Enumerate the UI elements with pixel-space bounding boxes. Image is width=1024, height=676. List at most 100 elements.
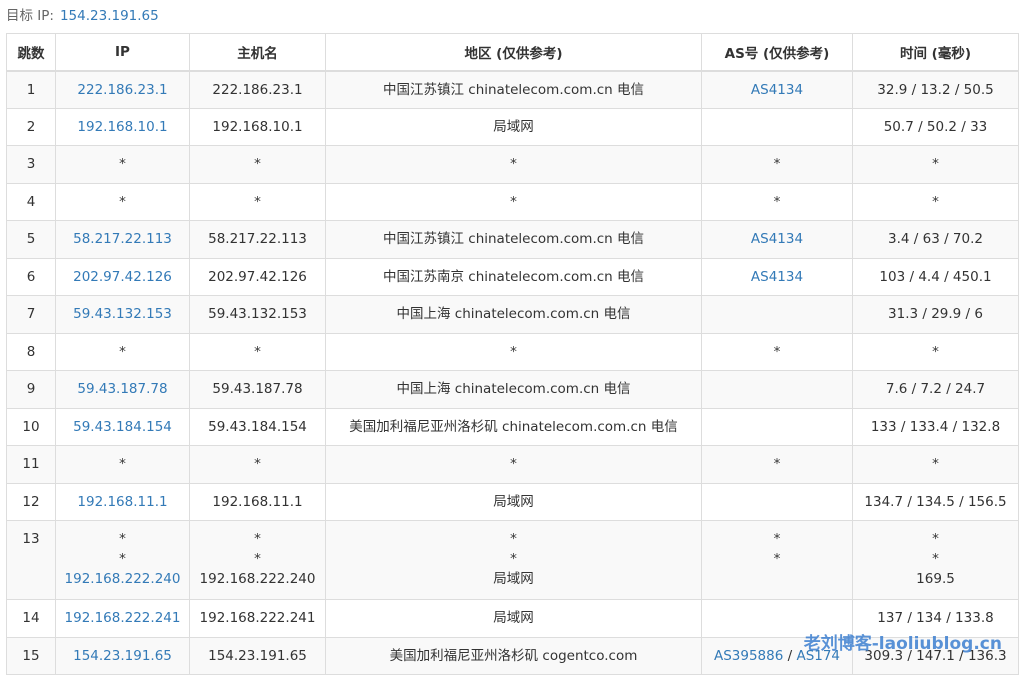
ip-cell: * <box>55 145 190 184</box>
region-cell: * * 局域网 <box>325 520 702 600</box>
as-link: * <box>773 551 781 567</box>
region-cell: 中国上海 chinatelecom.com.cn 电信 <box>325 295 702 334</box>
hop-cell: 14 <box>6 599 56 638</box>
hop-cell: 5 <box>6 220 56 259</box>
ip-cell: 59.43.132.153 <box>55 295 190 334</box>
ip-link[interactable]: 58.217.22.113 <box>60 229 185 249</box>
hostname-cell: 59.43.184.154 <box>189 407 326 446</box>
region-text: * <box>510 551 517 567</box>
ip-link[interactable]: 192.168.10.1 <box>60 117 185 137</box>
hostname-cell: 202.97.42.126 <box>189 257 326 296</box>
region-cell: * <box>325 332 702 371</box>
time-cell: * <box>852 445 1019 484</box>
hostname-text: 192.168.222.241 <box>199 610 316 627</box>
time-text: 133 / 133.4 / 132.8 <box>870 418 1001 435</box>
target-ip-value[interactable]: 154.23.191.65 <box>60 8 159 24</box>
ip-cell: 59.43.187.78 <box>55 370 190 409</box>
time-text: 7.6 / 7.2 / 24.7 <box>885 381 986 398</box>
ip-link: * <box>119 551 126 567</box>
hostname-text: 192.168.10.1 <box>212 118 303 135</box>
hop-cell: 13 <box>6 520 56 600</box>
ip-link[interactable]: 192.168.222.241 <box>60 608 185 628</box>
hop-cell: 15 <box>6 636 56 675</box>
hop-cell: 9 <box>6 370 56 409</box>
hostname-cell: 222.186.23.1 <box>189 70 326 109</box>
hop-number: 4 <box>26 193 36 210</box>
as-link[interactable]: AS4134 <box>706 267 848 287</box>
region-text: * <box>510 156 517 173</box>
hostname-text: * <box>254 156 261 173</box>
time-cell: 32.9 / 13.2 / 50.5 <box>852 70 1019 109</box>
hop-number: 7 <box>26 306 36 323</box>
hostname-cell: 59.43.132.153 <box>189 295 326 334</box>
as-link: * <box>773 193 781 210</box>
time-cell: 103 / 4.4 / 450.1 <box>852 257 1019 296</box>
region-text: 局域网 <box>493 493 534 510</box>
hostname-text: 222.186.23.1 <box>212 81 303 98</box>
hostname-text: * <box>254 551 261 567</box>
ip-cell: 192.168.10.1 <box>55 107 190 146</box>
region-text: 中国上海 chinatelecom.com.cn 电信 <box>396 306 631 323</box>
time-cell: * * 169.5 <box>852 520 1019 600</box>
ip-cell: * * 192.168.222.240 <box>55 520 190 600</box>
hop-number: 8 <box>26 343 36 360</box>
ip-link[interactable]: 192.168.222.240 <box>60 569 185 589</box>
region-cell: 中国江苏南京 chinatelecom.com.cn 电信 <box>325 257 702 296</box>
ip-link[interactable]: 59.43.132.153 <box>60 304 185 324</box>
as-cell: * * <box>701 520 853 600</box>
table-row: 6 202.97.42.126 202.97.42.126 中国江苏南京 chinat… <box>6 257 1019 296</box>
hostname-cell: * <box>189 145 326 184</box>
hostname-text: * <box>254 343 261 360</box>
ip-link[interactable]: 192.168.11.1 <box>60 492 185 512</box>
hop-cell: 6 <box>6 257 56 296</box>
ip-link[interactable]: 154.23.191.65 <box>60 646 185 666</box>
region-cell: 中国江苏镇江 chinatelecom.com.cn 电信 <box>325 70 702 109</box>
region-text: * <box>510 456 517 473</box>
region-text: 中国江苏镇江 chinatelecom.com.cn 电信 <box>382 81 645 98</box>
table-header-row: 跳数 IP 主机名 地区 (仅供参考) AS号 (仅供参考) 时间 (毫秒) <box>6 33 1019 72</box>
ip-cell: 202.97.42.126 <box>55 257 190 296</box>
time-cell: * <box>852 332 1019 371</box>
hostname-cell: 59.43.187.78 <box>189 370 326 409</box>
hostname-cell: 192.168.10.1 <box>189 107 326 146</box>
hop-cell: 3 <box>6 145 56 184</box>
hop-number: 14 <box>22 610 40 627</box>
as-link[interactable]: AS395886 <box>714 648 783 664</box>
time-text: 134.7 / 134.5 / 156.5 <box>864 493 1007 510</box>
ip-link[interactable]: 202.97.42.126 <box>60 267 185 287</box>
as-link[interactable]: AS4134 <box>706 229 848 249</box>
ip-cell: 192.168.11.1 <box>55 482 190 521</box>
target-ip-line: 目标 IP: 154.23.191.65 <box>6 6 159 26</box>
hostname-text: 192.168.11.1 <box>212 493 303 510</box>
as-link: * <box>773 456 781 473</box>
ip-cell: 192.168.222.241 <box>55 599 190 638</box>
table-row: 12 192.168.11.1 192.168.11.1 局域网 134.7 / 134… <box>6 482 1019 521</box>
as-link: * <box>773 343 781 360</box>
region-cell: 局域网 <box>325 107 702 146</box>
time-cell: * <box>852 182 1019 221</box>
time-cell: 134.7 / 134.5 / 156.5 <box>852 482 1019 521</box>
ip-link[interactable]: 222.186.23.1 <box>60 80 185 100</box>
region-text: 中国江苏南京 chinatelecom.com.cn 电信 <box>382 268 645 285</box>
hostname-text: 59.43.132.153 <box>208 306 307 323</box>
time-text: * <box>932 531 939 547</box>
time-text: 137 / 134 / 133.8 <box>877 610 994 627</box>
time-text: 32.9 / 13.2 / 50.5 <box>877 81 994 98</box>
hop-number: 9 <box>26 381 36 398</box>
hop-cell: 12 <box>6 482 56 521</box>
hostname-cell: * <box>189 182 326 221</box>
ip-link[interactable]: 59.43.187.78 <box>60 379 185 399</box>
ip-link[interactable]: 59.43.184.154 <box>60 417 185 437</box>
hostname-cell: * * 192.168.222.240 <box>189 520 326 600</box>
header-hostname: 主机名 <box>189 33 326 72</box>
ip-cell: 154.23.191.65 <box>55 636 190 675</box>
as-cell <box>701 107 853 146</box>
as-cell <box>701 295 853 334</box>
as-separator: / <box>783 647 797 664</box>
hostname-text: 59.43.184.154 <box>208 418 307 435</box>
table-row: 9 59.43.187.78 59.43.187.78 中国上海 chinatelec… <box>6 370 1019 409</box>
as-link[interactable]: AS4134 <box>706 80 848 100</box>
hop-number: 2 <box>26 118 36 135</box>
as-link: * <box>773 156 781 173</box>
hop-cell: 8 <box>6 332 56 371</box>
